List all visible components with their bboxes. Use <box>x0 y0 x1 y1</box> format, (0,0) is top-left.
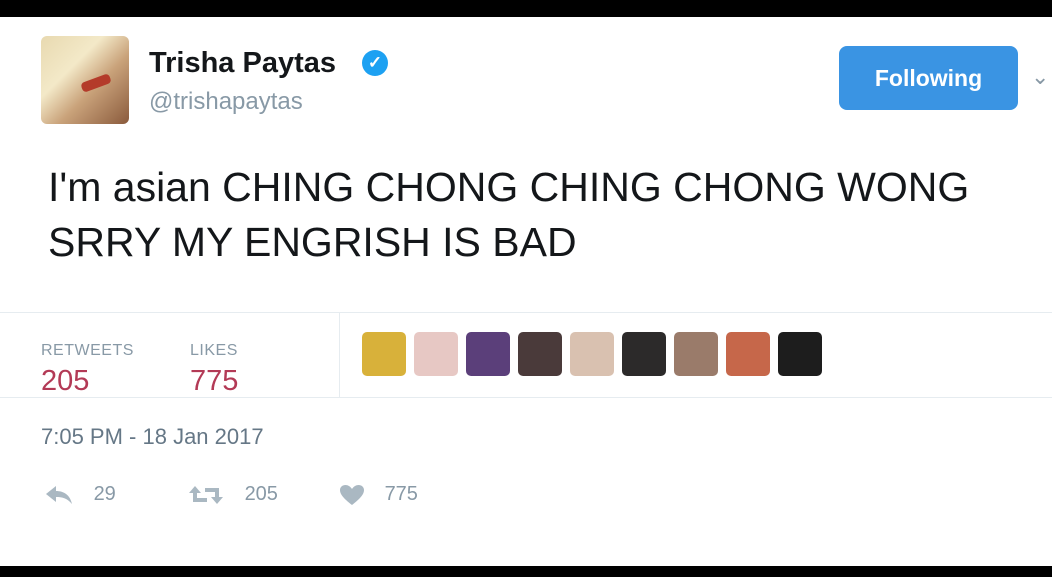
following-button[interactable]: Following <box>839 46 1018 110</box>
liker-avatar[interactable] <box>726 332 770 376</box>
liker-avatar[interactable] <box>778 332 822 376</box>
likes-label: LIKES <box>190 342 238 359</box>
tweet-stats: RETWEETS 205 LIKES 775 <box>0 312 1052 398</box>
retweet-action[interactable]: 205 <box>187 483 278 506</box>
stats-divider <box>339 313 340 397</box>
username-handle[interactable]: @trishapaytas <box>149 88 303 116</box>
verified-badge-icon: ✓ <box>362 50 388 76</box>
likes-count[interactable]: 775 <box>190 365 238 398</box>
chevron-down-icon[interactable]: ⌄ <box>1031 64 1049 90</box>
tweet-card: Trisha Paytas ✓ @trishapaytas Following … <box>0 17 1052 566</box>
liker-avatar[interactable] <box>362 332 406 376</box>
tweet-timestamp[interactable]: 7:05 PM - 18 Jan 2017 <box>41 424 264 450</box>
tweet-text: I'm asian CHING CHONG CHING CHONG WONG S… <box>48 164 970 265</box>
retweet-count: 205 <box>244 483 278 505</box>
retweet-icon <box>189 485 223 504</box>
liker-avatar[interactable] <box>570 332 614 376</box>
avatar[interactable] <box>41 36 129 124</box>
reply-action[interactable]: 29 <box>44 483 116 506</box>
reply-count: 29 <box>93 483 116 505</box>
liker-avatar[interactable] <box>518 332 562 376</box>
retweets-label: RETWEETS <box>41 342 134 359</box>
liker-avatar[interactable] <box>622 332 666 376</box>
like-count: 775 <box>384 483 418 505</box>
liker-avatar[interactable] <box>466 332 510 376</box>
reply-icon <box>46 485 72 504</box>
like-action[interactable]: 775 <box>339 483 418 506</box>
heart-icon <box>340 484 364 505</box>
liker-avatar[interactable] <box>674 332 718 376</box>
liker-avatar[interactable] <box>414 332 458 376</box>
retweets-count[interactable]: 205 <box>41 365 89 398</box>
display-name[interactable]: Trisha Paytas <box>149 47 336 80</box>
